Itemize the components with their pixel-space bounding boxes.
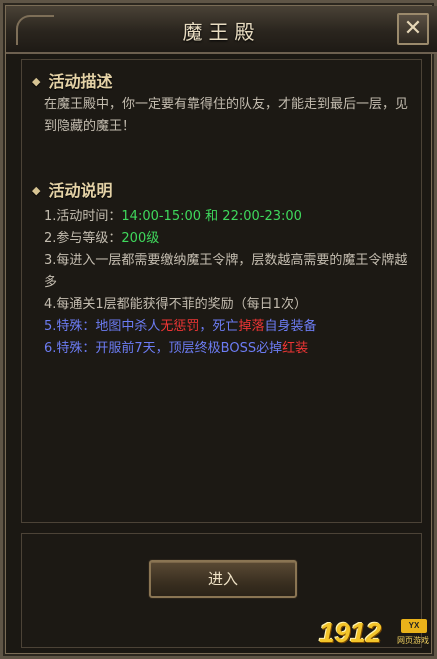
rule-text: ，死亡 bbox=[199, 319, 239, 334]
rule-token: 3.每进入一层都需要缴纳魔王令牌，层数越高需要的魔王令牌越多 bbox=[44, 253, 408, 290]
rule-reward: 4.每通关1层都能获得不菲的奖励（每日1次） bbox=[44, 297, 307, 312]
time-slot-1: 14:00-15:00 bbox=[121, 209, 202, 224]
close-icon[interactable]: ✕ bbox=[397, 13, 429, 45]
rule-text: 5.特殊：地图中杀人 bbox=[44, 319, 161, 334]
watermark-badge: YX bbox=[401, 619, 427, 633]
content-panel: ◆ 活动描述 在魔王殿中，你一定要有靠得住的队友，才能走到最后一层，见到隐藏的魔王… bbox=[21, 59, 422, 523]
description-header: ◆ 活动描述 bbox=[32, 68, 112, 92]
site-watermark-logo: 1912 YX 网页游戏 bbox=[319, 617, 429, 651]
description-header-label: 活动描述 bbox=[48, 72, 113, 91]
rule-level: 2.参与等级：200级 bbox=[44, 228, 416, 250]
rule-text: 6.特殊：开服前7天，顶层终极BOSS必掉 bbox=[44, 341, 283, 356]
watermark-subtitle: 网页游戏 bbox=[397, 636, 429, 645]
rule-boss: 6.特殊：开服前7天，顶层终极BOSS必掉红装 bbox=[44, 338, 416, 360]
title-bar[interactable]: 魔王殿 ✕ bbox=[6, 6, 437, 54]
red-gear-text: 红装 bbox=[282, 341, 309, 356]
rules-header-label: 活动说明 bbox=[48, 181, 113, 200]
dialog-title: 魔王殿 bbox=[182, 20, 261, 44]
time-slot-2: 22:00-23:00 bbox=[222, 209, 302, 224]
watermark-digits: 1912 bbox=[319, 617, 382, 648]
rules-list: 1.活动时间：14:00-15:00 和 22:00-23:00 2.参与等级：… bbox=[44, 206, 416, 360]
enter-button[interactable]: 进入 bbox=[149, 560, 297, 598]
diamond-bullet-icon: ◆ bbox=[32, 184, 41, 197]
rule-pvp: 5.特殊：地图中杀人无惩罚，死亡掉落自身装备 bbox=[44, 316, 416, 338]
rules-header: ◆ 活动说明 bbox=[32, 177, 112, 201]
drop-text: 掉落 bbox=[238, 319, 265, 334]
dungeon-dialog: 魔王殿 ✕ ◆ 活动描述 在魔王殿中，你一定要有靠得住的队友，才能走到最后一层，见… bbox=[0, 0, 437, 659]
rule-time: 1.活动时间：14:00-15:00 和 22:00-23:00 bbox=[44, 206, 416, 228]
rule-prefix: 2.参与等级： bbox=[44, 231, 122, 246]
no-penalty-text: 无惩罚 bbox=[160, 319, 200, 334]
rule-prefix: 1.活动时间： bbox=[44, 209, 122, 224]
level-value: 200级 bbox=[121, 231, 160, 246]
diamond-bullet-icon: ◆ bbox=[32, 75, 41, 88]
description-text: 在魔王殿中，你一定要有靠得住的队友，才能走到最后一层，见到隐藏的魔王！ bbox=[44, 97, 409, 134]
time-and: 和 bbox=[201, 209, 223, 224]
rule-text: 自身装备 bbox=[264, 319, 317, 334]
